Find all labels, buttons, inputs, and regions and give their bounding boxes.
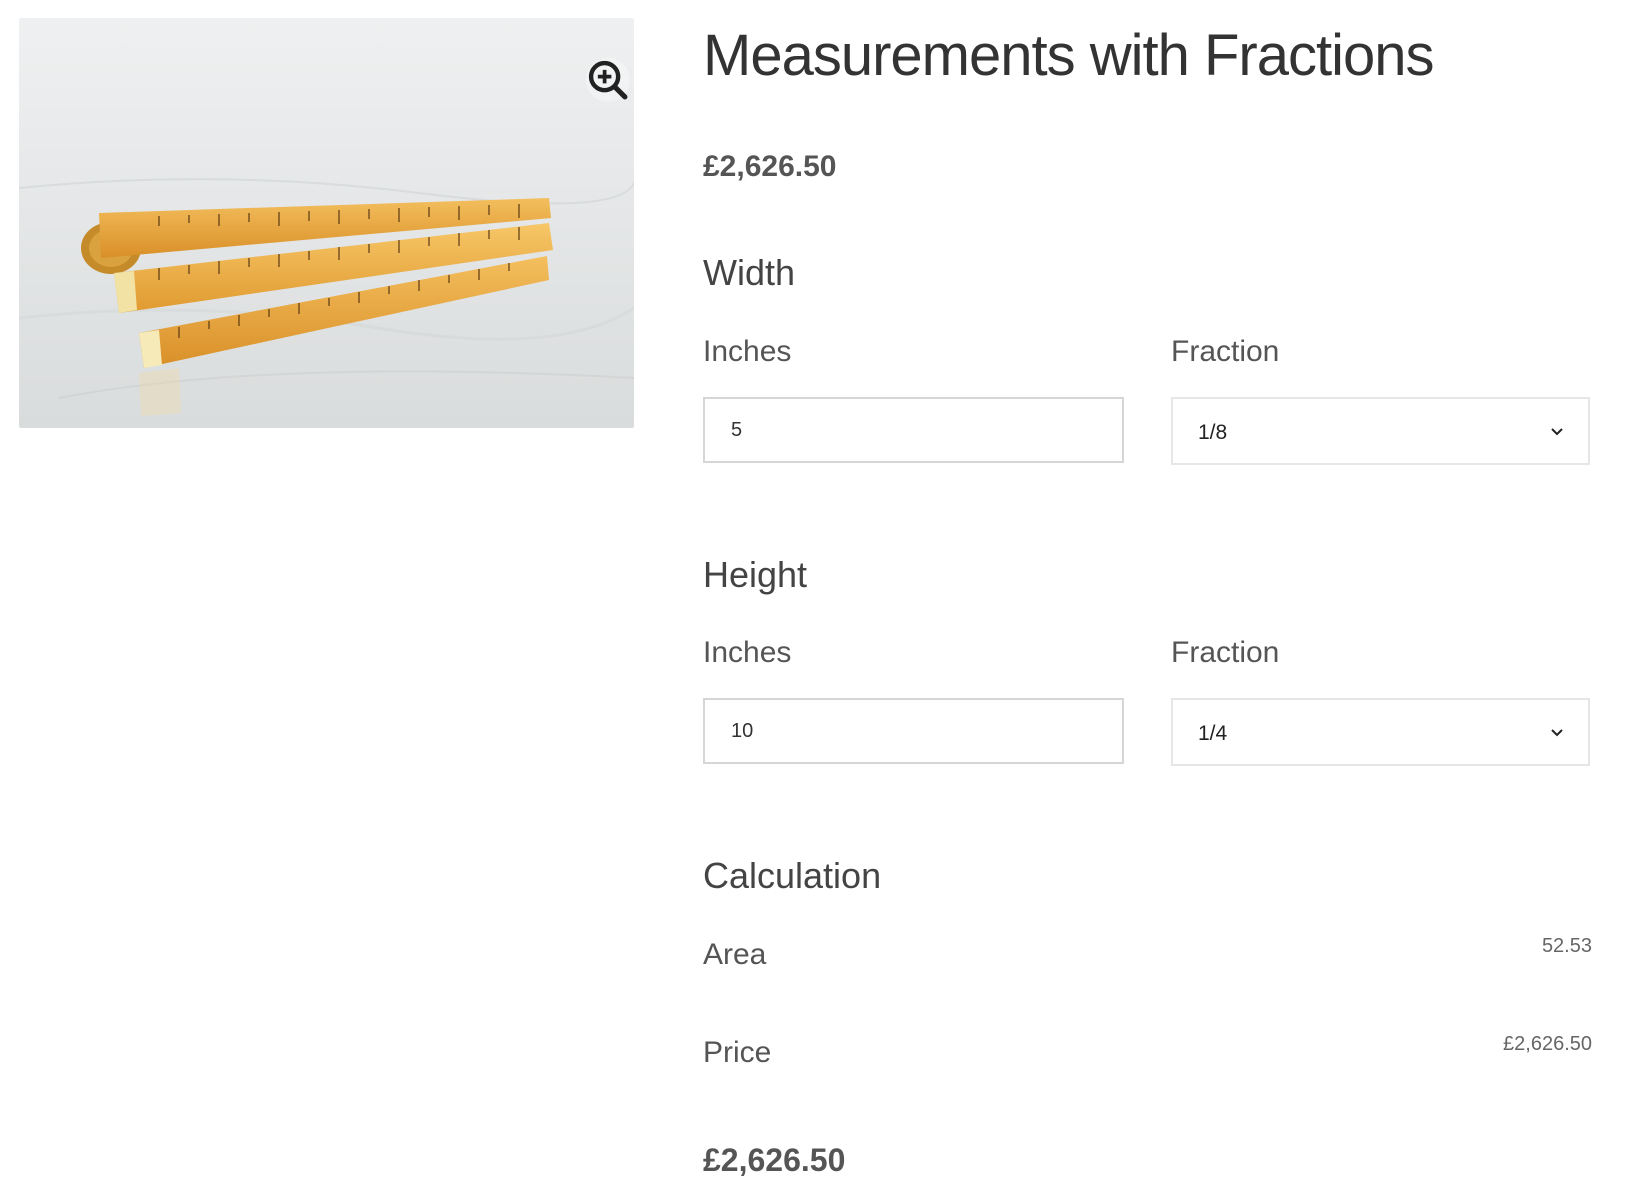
product-title: Measurements with Fractions [703, 23, 1434, 88]
calc-price-value: £2,626.50 [1503, 1033, 1592, 1055]
width-heading: Width [703, 252, 796, 293]
area-value: 52.53 [1541, 935, 1592, 957]
product-price: £2,626.50 [703, 150, 837, 183]
product-image[interactable] [19, 18, 634, 428]
height-heading: Height [703, 554, 808, 595]
ruler-photo [19, 18, 634, 428]
zoom-in-icon [588, 60, 628, 100]
width-inches-input[interactable] [703, 397, 1124, 463]
width-fraction-value: 1/8 [1198, 421, 1228, 444]
area-label: Area [703, 938, 767, 971]
height-inches-label: Inches [703, 636, 792, 669]
height-inches-input[interactable] [703, 698, 1124, 764]
height-fraction-label: Fraction [1171, 636, 1280, 669]
chevron-down-icon [1551, 729, 1563, 737]
total-price: £2,626.50 [703, 1142, 846, 1178]
width-inches-label: Inches [703, 335, 792, 368]
height-fraction-select[interactable]: 1/4 [1171, 698, 1590, 766]
width-fraction-label: Fraction [1171, 335, 1280, 368]
chevron-down-icon [1551, 428, 1563, 436]
calculation-heading: Calculation [703, 855, 882, 896]
height-fraction-value: 1/4 [1198, 722, 1228, 745]
width-fraction-select[interactable]: 1/8 [1171, 397, 1590, 465]
calc-price-label: Price [703, 1036, 772, 1069]
zoom-button[interactable] [586, 58, 630, 102]
product-summary: Measurements with Fractions £2,626.50 Wi… [703, 0, 1592, 1200]
